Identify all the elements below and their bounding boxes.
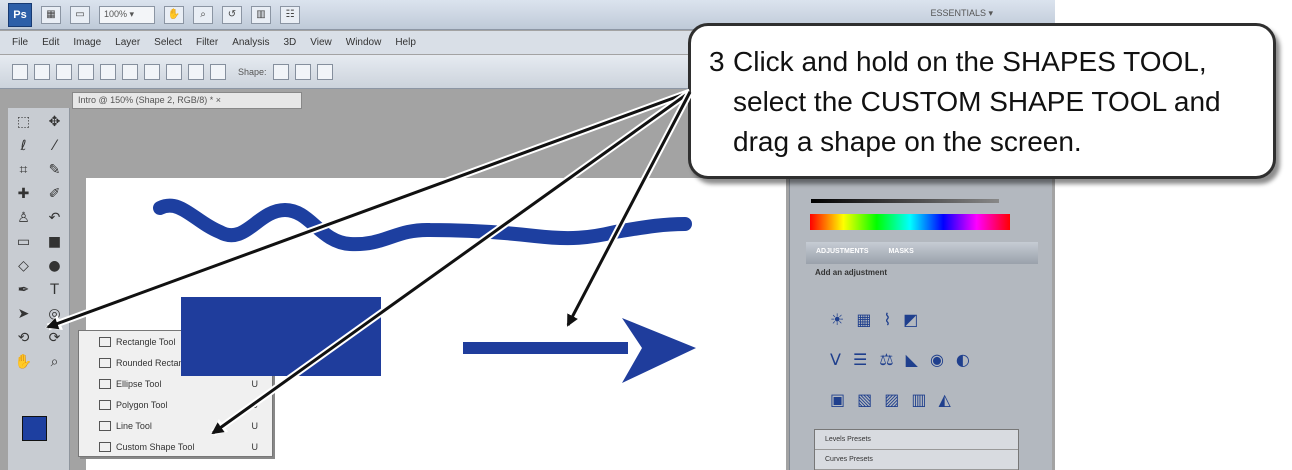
instruction-arrows <box>45 88 694 436</box>
arrow-to-custom-shape-tool <box>210 89 693 436</box>
tutorial-screenshot: Ps ▦ ▭ 100% ▾ ✋ ⌕ ↺ ▥ ☷ ESSENTIALS ▾ Fil… <box>0 0 1292 470</box>
arrow-to-shapes-tool <box>45 88 692 331</box>
